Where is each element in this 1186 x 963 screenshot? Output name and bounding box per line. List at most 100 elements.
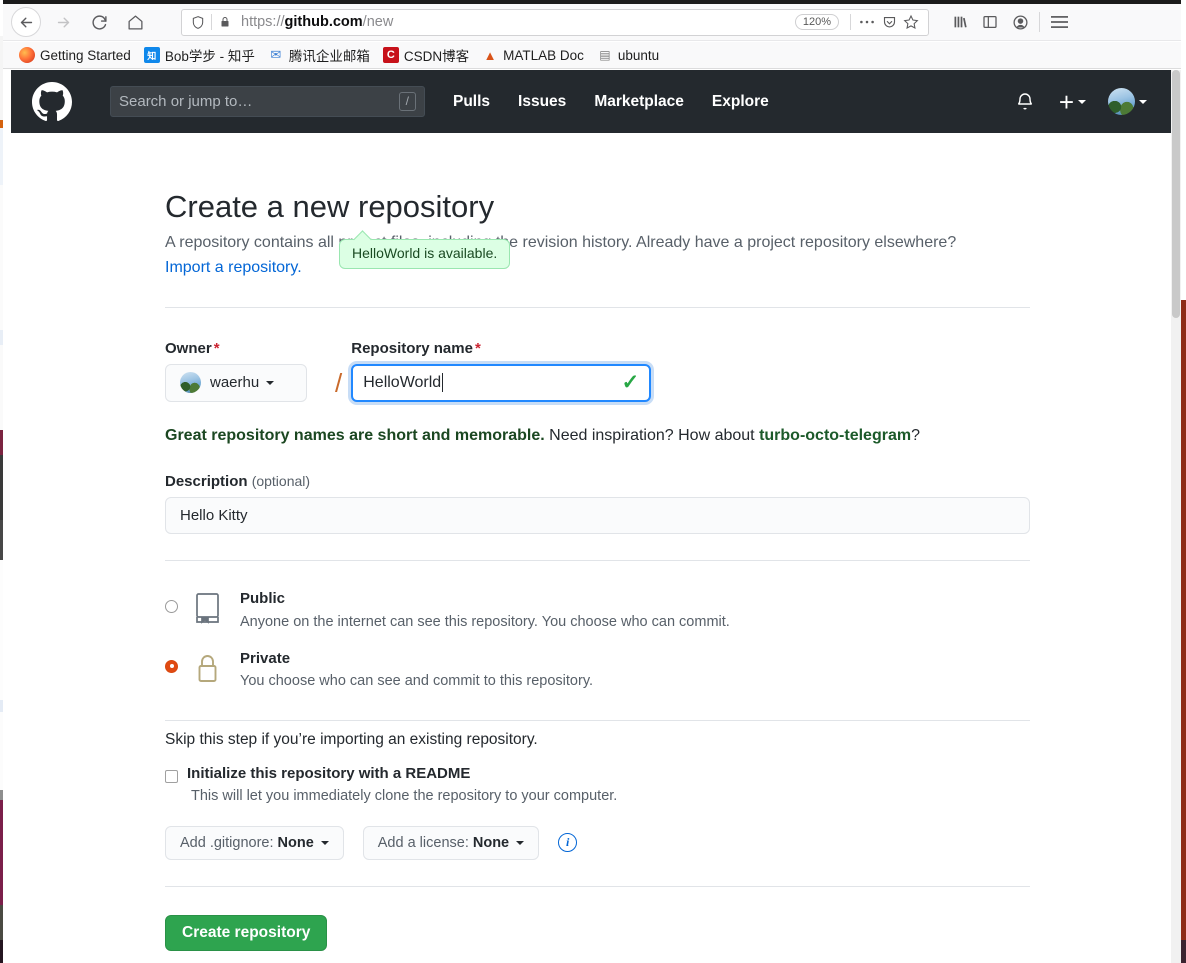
page-subtitle: A repository contains all project files,… [165, 231, 1010, 281]
nav-link-issues[interactable]: Issues [518, 93, 566, 111]
license-dropdown[interactable]: Add a license: None [362, 825, 540, 860]
zhihu-icon: 知 [143, 47, 160, 63]
scrollbar-thumb[interactable] [1172, 70, 1180, 318]
owner-repo-separator: / [335, 367, 343, 398]
hint-suffix: ? [911, 426, 920, 444]
description-field: Description (optional) Hello Kitty [165, 473, 1030, 535]
divider [165, 719, 1030, 721]
github-mark-icon[interactable] [32, 81, 72, 122]
plus-icon: + [1058, 86, 1074, 117]
home-icon[interactable] [119, 6, 151, 38]
owner-repo-row: Owner * waerhu / Repository name * HelloWo… [165, 340, 1030, 402]
avatar [180, 372, 201, 394]
reload-icon[interactable] [83, 6, 115, 38]
initialize-section: Skip this step if you’re importing an ex… [165, 731, 1030, 860]
zoom-level-badge[interactable]: 120% [794, 14, 839, 30]
description-value: Hello Kitty [180, 507, 248, 525]
repo-name-label-text: Repository name [351, 339, 473, 357]
availability-tooltip: HelloWorld is available. [339, 239, 511, 269]
owner-dropdown[interactable]: waerhu [165, 363, 307, 402]
main-content: Create a new repository A repository con… [11, 133, 1171, 951]
hint-middle: Need inspiration? How about [549, 426, 755, 444]
chevron-down-icon [1078, 99, 1086, 104]
nav-link-pulls[interactable]: Pulls [453, 93, 490, 111]
bookmark-tencent-mail[interactable]: ✉ 腾讯企业邮箱 [268, 45, 369, 65]
shield-icon[interactable] [188, 15, 208, 30]
bookmark-label: MATLAB Doc [503, 47, 584, 63]
firefox-icon [19, 47, 35, 63]
visibility-text-public: Public Anyone on the internet can see th… [240, 588, 730, 634]
readme-checkbox[interactable] [165, 769, 178, 783]
nav-link-explore[interactable]: Explore [712, 93, 769, 111]
divider [165, 306, 1030, 308]
radio-private[interactable] [165, 659, 178, 673]
sidebar-icon[interactable] [975, 7, 1005, 37]
repo-name-value: HelloWorld [363, 373, 442, 391]
text-cursor [442, 373, 444, 393]
skip-step-note: Skip this step if you’re importing an ex… [165, 730, 538, 748]
readme-label: Initialize this repository with a README [187, 764, 471, 782]
csdn-icon: C [382, 47, 399, 63]
chevron-down-icon [266, 380, 275, 385]
readme-description: This will let you immediately clone the … [191, 787, 618, 804]
create-new-button[interactable]: + [1058, 86, 1086, 117]
chevron-down-icon [516, 840, 525, 845]
user-menu-button[interactable] [1108, 88, 1147, 115]
page-viewport: Search or jump to… / Pulls Issues Market… [3, 70, 1181, 963]
owner-value: waerhu [210, 374, 260, 392]
visibility-option-public[interactable]: Public Anyone on the internet can see th… [165, 588, 1030, 634]
url-host: github.com [284, 14, 363, 30]
search-shortcut-key: / [398, 92, 416, 111]
repo-name-input[interactable]: HelloWorld ✓ [351, 363, 652, 402]
bookmark-matlab-doc[interactable]: ▲ MATLAB Doc [482, 47, 584, 63]
header-nav: Pulls Issues Marketplace Explore [453, 93, 797, 111]
pocket-icon[interactable] [878, 11, 900, 33]
nav-link-marketplace[interactable]: Marketplace [594, 93, 684, 111]
visibility-option-private[interactable]: Private You choose who can see and commi… [165, 648, 1030, 694]
description-label: Description (optional) [165, 473, 1030, 490]
library-icon[interactable] [945, 7, 975, 37]
readme-option[interactable]: Initialize this repository with a README [165, 765, 1030, 783]
bookmark-getting-started[interactable]: Getting Started [19, 47, 131, 63]
owner-field: Owner * waerhu [165, 340, 335, 402]
description-input[interactable]: Hello Kitty [165, 497, 1030, 535]
visibility-options: Public Anyone on the internet can see th… [165, 588, 1030, 693]
bookmark-label: CSDN博客 [403, 49, 470, 64]
radio-public[interactable] [165, 600, 178, 614]
url-bar[interactable]: https://github.com/new 120% [181, 8, 929, 36]
repo-book-icon [193, 588, 227, 631]
owner-label: Owner * [165, 340, 335, 357]
import-repository-link[interactable]: Import a repository. [165, 259, 302, 276]
bookmark-csdn[interactable]: C CSDN博客 [382, 45, 470, 65]
tencent-mail-icon: ✉ [270, 47, 282, 62]
forward-arrow-icon[interactable] [47, 6, 79, 38]
account-icon[interactable] [1005, 7, 1035, 37]
bell-icon[interactable] [1015, 91, 1037, 113]
browser-window: https://github.com/new 120% Getting Star… [3, 0, 1181, 963]
padlock-icon[interactable] [215, 15, 235, 29]
page-title: Create a new repository [165, 189, 495, 224]
bookmark-ubuntu[interactable]: ▤ ubuntu [597, 47, 659, 63]
ellipsis-icon[interactable] [856, 11, 878, 33]
suggested-repo-name[interactable]: turbo-octo-telegram [759, 427, 911, 444]
visibility-description: You choose who can see and commit to thi… [240, 673, 594, 690]
url-text[interactable]: https://github.com/new [235, 14, 795, 30]
page-scrollbar[interactable] [1171, 70, 1181, 963]
gitignore-dropdown[interactable]: Add .gitignore: None [165, 825, 344, 860]
bookmark-zhihu[interactable]: 知 Bob学步 - 知乎 [143, 45, 255, 65]
visibility-title: Private [240, 649, 291, 667]
visibility-title: Public [240, 590, 286, 608]
repo-name-label: Repository name * [351, 340, 651, 357]
info-icon[interactable]: i [558, 833, 578, 853]
required-mark: * [474, 339, 481, 357]
urlbar-divider-2 [850, 14, 851, 30]
required-mark: * [213, 339, 220, 357]
star-icon[interactable] [900, 11, 922, 33]
create-repository-button[interactable]: Create repository [165, 914, 328, 951]
back-arrow-icon[interactable] [11, 7, 41, 37]
lock-icon [193, 648, 227, 691]
search-input[interactable]: Search or jump to… / [110, 86, 425, 117]
hamburger-menu-icon[interactable] [1044, 7, 1074, 37]
visibility-description: Anyone on the internet can see this repo… [240, 613, 730, 630]
optional-marker: (optional) [251, 473, 311, 490]
